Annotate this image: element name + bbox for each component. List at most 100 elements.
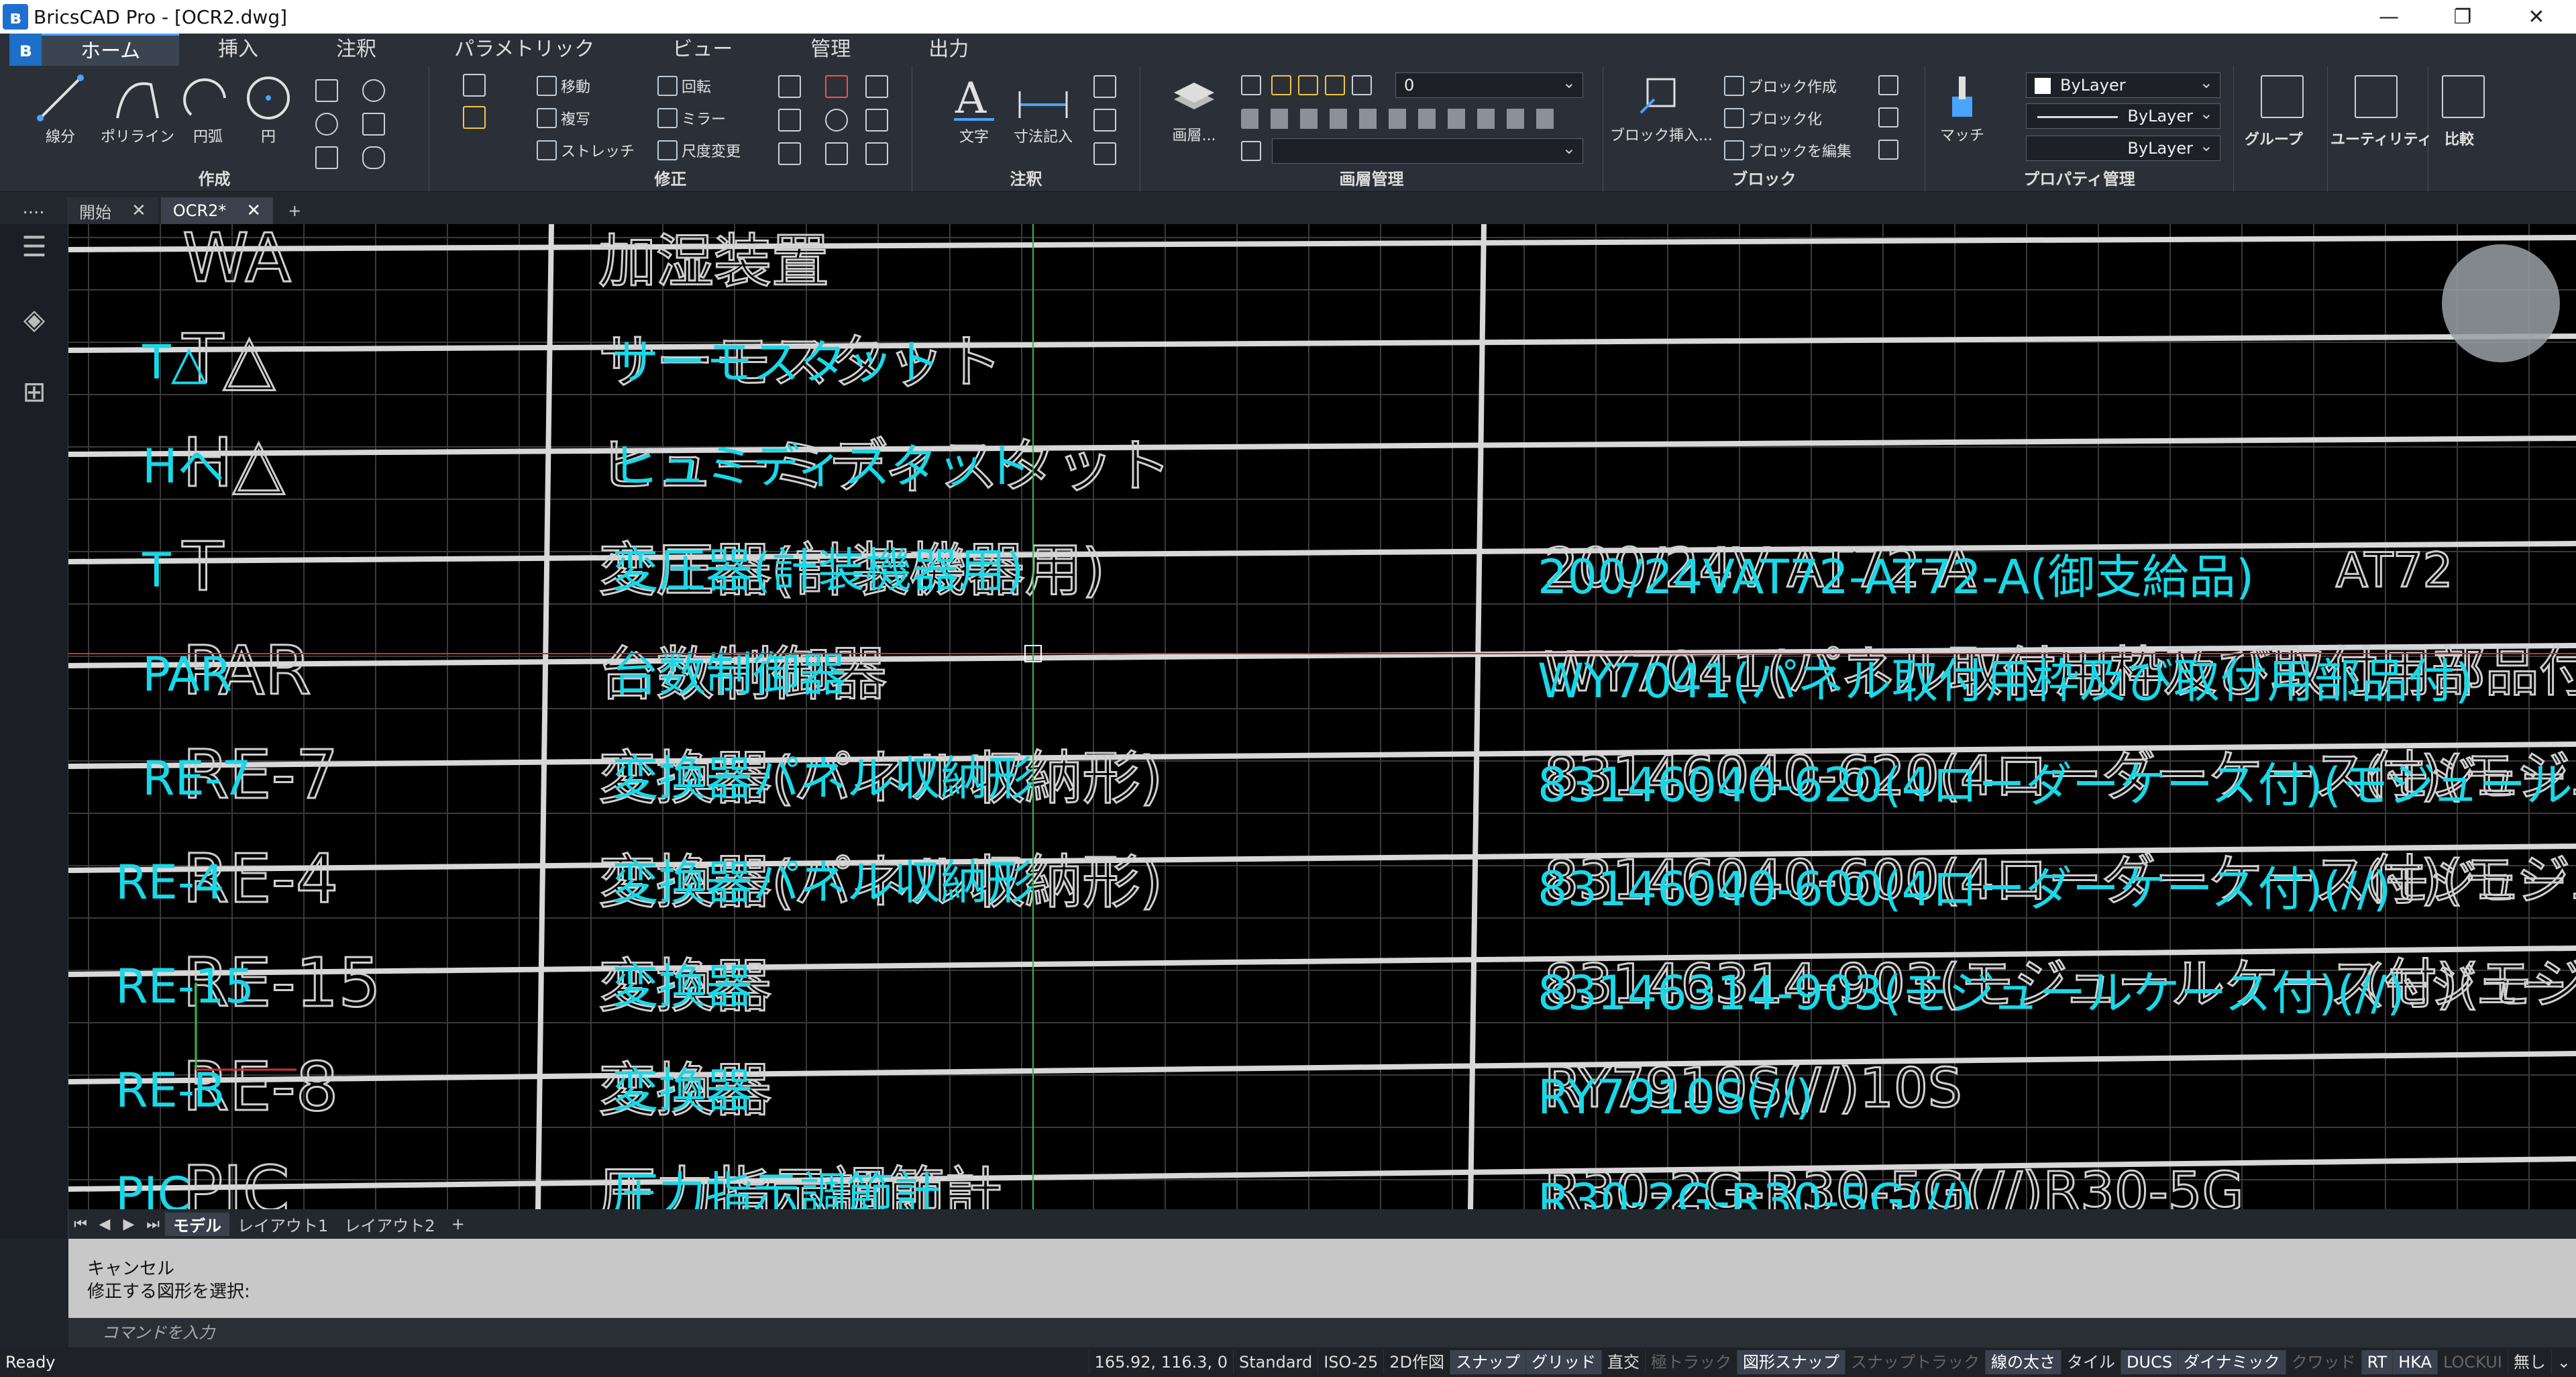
block-edit-tool[interactable]: ブロックを編集 bbox=[1724, 140, 1851, 161]
status-quad[interactable]: クワッド bbox=[2285, 1350, 2361, 1374]
layer-previous-icon[interactable] bbox=[1241, 141, 1261, 161]
rectangle-icon[interactable] bbox=[315, 79, 338, 102]
point-icon[interactable] bbox=[362, 79, 385, 102]
document-menu-button[interactable]: .... bbox=[0, 192, 67, 224]
mirror-tool[interactable]: ミラー bbox=[657, 107, 726, 129]
explode-icon[interactable] bbox=[825, 109, 848, 132]
blockify-tool[interactable]: ブロック化 bbox=[1724, 107, 1822, 129]
quick-select-icon[interactable] bbox=[463, 106, 486, 129]
trim-icon[interactable] bbox=[778, 75, 801, 98]
edit-icon[interactable] bbox=[865, 75, 888, 98]
offset-icon[interactable] bbox=[865, 109, 888, 132]
layer-explorer-tool[interactable]: 画層... bbox=[1167, 72, 1221, 145]
layer-tools-row-icon[interactable] bbox=[1241, 109, 1563, 129]
compare-tool[interactable]: 比較 bbox=[2445, 128, 2474, 149]
table-icon[interactable] bbox=[1093, 142, 1116, 165]
tab-layout1[interactable]: レイアウト1 bbox=[229, 1213, 336, 1236]
fillet-icon[interactable] bbox=[778, 109, 801, 132]
light-bulb-icon[interactable] bbox=[1271, 75, 1291, 95]
close-window-button[interactable]: ✕ bbox=[2500, 0, 2573, 34]
dim-linear-icon[interactable] bbox=[1093, 75, 1116, 98]
status-settings-icon[interactable]: ⌄ bbox=[2551, 1350, 2576, 1374]
drawing-order-icon[interactable] bbox=[865, 142, 888, 165]
next-layout-icon[interactable]: ▶ bbox=[117, 1212, 141, 1236]
tab-model[interactable]: モデル bbox=[165, 1212, 229, 1236]
tab-manage[interactable]: 管理 bbox=[771, 34, 890, 66]
region-icon[interactable] bbox=[362, 113, 385, 136]
add-layout-button[interactable]: + bbox=[443, 1215, 473, 1233]
erase-icon[interactable] bbox=[825, 75, 848, 98]
close-tab-start-icon[interactable]: ✕ bbox=[131, 201, 146, 221]
layer-state-icon[interactable] bbox=[1241, 75, 1261, 95]
minimize-button[interactable]: — bbox=[2352, 0, 2426, 34]
linetype-dropdown[interactable]: ByLayer bbox=[2026, 101, 2220, 129]
tab-insert[interactable]: 挿入 bbox=[179, 34, 297, 66]
prev-layout-icon[interactable]: ◀ bbox=[93, 1212, 117, 1236]
compare-icon[interactable] bbox=[2442, 75, 2485, 118]
layer-dropdown[interactable]: 0 bbox=[1395, 70, 1583, 98]
status-grid[interactable]: グリッド bbox=[1525, 1350, 1602, 1374]
rotate-tool[interactable]: 回転 bbox=[657, 75, 711, 97]
status-dim-style[interactable]: ISO-25 bbox=[1318, 1350, 1383, 1374]
view-navigation-icon[interactable] bbox=[2442, 244, 2560, 362]
status-workspace[interactable]: 2D作図 bbox=[1383, 1350, 1450, 1374]
line-tool[interactable]: 線分 bbox=[34, 71, 87, 146]
tab-parametric[interactable]: パラメトリック bbox=[415, 34, 633, 66]
structure-panel-icon[interactable]: ⊞ bbox=[15, 372, 54, 411]
close-tab-ocr2-icon[interactable]: ✕ bbox=[246, 201, 261, 221]
ellipse-icon[interactable] bbox=[315, 113, 338, 136]
join-icon[interactable] bbox=[825, 142, 848, 165]
layers-panel-icon[interactable]: ◈ bbox=[15, 299, 54, 338]
group-tool[interactable]: グループ bbox=[2245, 128, 2303, 149]
tab-home[interactable]: ホーム bbox=[42, 34, 180, 66]
tab-annotate[interactable]: 注釈 bbox=[297, 34, 415, 66]
last-layout-icon[interactable]: ⏭ bbox=[141, 1212, 165, 1236]
app-menu-button[interactable]: ʙ bbox=[9, 34, 42, 66]
layer-filter-dropdown[interactable] bbox=[1272, 136, 1583, 164]
block-attribute-icon[interactable] bbox=[1878, 75, 1898, 95]
status-osnap[interactable]: 図形スナップ bbox=[1737, 1350, 1845, 1374]
maximize-button[interactable]: ❐ bbox=[2426, 0, 2500, 34]
status-hka[interactable]: HKA bbox=[2392, 1350, 2437, 1374]
block-tools-icon[interactable] bbox=[1878, 140, 1898, 160]
tab-layout2[interactable]: レイアウト2 bbox=[336, 1213, 443, 1236]
utility-icon[interactable] bbox=[2355, 75, 2398, 118]
scale-tool[interactable]: 尺度変更 bbox=[657, 140, 741, 161]
status-rt[interactable]: RT bbox=[2361, 1350, 2393, 1374]
tab-start[interactable]: 開始 ✕ bbox=[67, 197, 158, 224]
text-tool[interactable]: A 文字 bbox=[947, 71, 1001, 146]
first-layout-icon[interactable]: ⏮ bbox=[68, 1212, 93, 1236]
properties-panel-icon[interactable]: ☰ bbox=[15, 227, 54, 266]
status-lockui[interactable]: LOCKUI bbox=[2436, 1350, 2508, 1374]
status-dynamic[interactable]: ダイナミック bbox=[2178, 1350, 2286, 1374]
utility-tool[interactable]: ユーティリティ bbox=[2330, 128, 2432, 149]
block-insert-tool[interactable]: ブロック挿入... bbox=[1610, 72, 1713, 145]
color-dropdown[interactable]: ByLayer bbox=[2026, 70, 2220, 98]
drawing-canvas[interactable]: WA T△ H△ T PAR RE-7 RE-4 RE-15 RE-8 PIC 加湿装置 サーモスタッ… bbox=[68, 224, 2576, 1209]
stretch-tool[interactable]: ストレッチ bbox=[537, 140, 635, 161]
polyline-tool[interactable]: ポリライン bbox=[101, 71, 174, 146]
command-input[interactable]: コマンドを入力 bbox=[68, 1318, 2576, 1347]
block-manage-icon[interactable] bbox=[1878, 107, 1898, 128]
dimension-tool[interactable]: 寸法記入 bbox=[1013, 71, 1073, 146]
tab-ocr2[interactable]: OCR2* ✕ bbox=[160, 197, 274, 224]
circle-tool[interactable]: 円 bbox=[241, 71, 295, 146]
status-polar[interactable]: 極トラック bbox=[1645, 1350, 1737, 1374]
status-snap-track[interactable]: スナップトラック bbox=[1845, 1350, 1985, 1374]
status-annotation-monitor[interactable]: 無し bbox=[2507, 1350, 2551, 1374]
match-properties-tool[interactable]: マッチ bbox=[1939, 72, 1986, 145]
lock-icon[interactable] bbox=[1325, 75, 1345, 95]
tab-view[interactable]: ビュー bbox=[633, 34, 771, 66]
lineweight-dropdown[interactable]: ByLayer bbox=[2026, 134, 2220, 161]
status-tile[interactable]: タイル bbox=[2061, 1350, 2121, 1374]
status-text-style[interactable]: Standard bbox=[1233, 1350, 1318, 1374]
printer-icon[interactable] bbox=[1352, 75, 1372, 95]
copy-tool[interactable]: 複写 bbox=[537, 107, 590, 129]
array-icon[interactable] bbox=[778, 142, 801, 165]
tab-output[interactable]: 出力 bbox=[890, 34, 1008, 66]
arc-tool[interactable]: 円弧 bbox=[181, 71, 235, 146]
group-icon[interactable] bbox=[2261, 75, 2304, 118]
select-icon[interactable] bbox=[463, 74, 486, 97]
status-ortho[interactable]: 直交 bbox=[1601, 1350, 1645, 1374]
status-lineweight[interactable]: 線の太さ bbox=[1985, 1350, 2061, 1374]
